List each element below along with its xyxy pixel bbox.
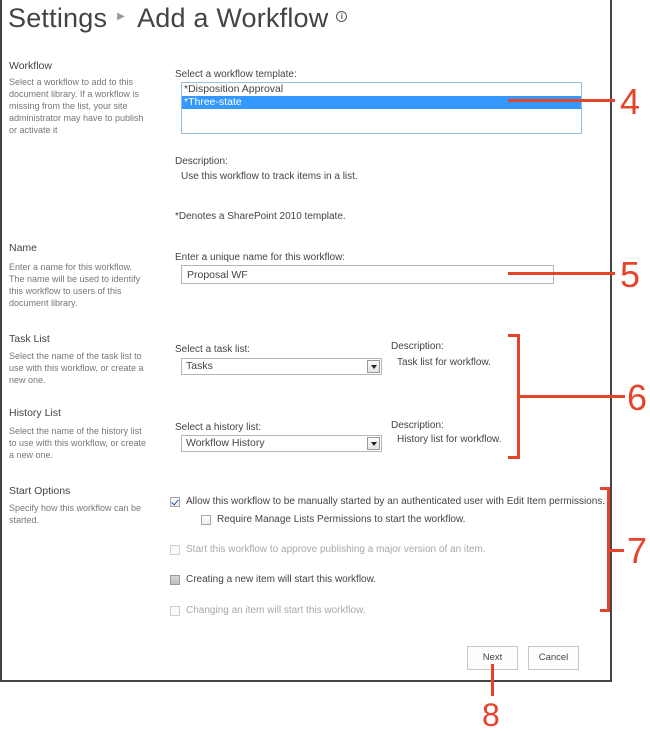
callout-6-line: [520, 395, 625, 398]
task-list-selected-value: Tasks: [186, 360, 213, 372]
section-desc-history-list: Select the name of the history list to u…: [9, 426, 147, 460]
section-desc-workflow: Select a workflow to add to this documen…: [9, 77, 144, 135]
dropdown-arrow-icon[interactable]: [367, 437, 380, 450]
start-option-manual-label: Allow this workflow to be manually start…: [186, 496, 606, 507]
section-title-start-options: Start Options: [9, 485, 71, 497]
callout-8-number: 8: [482, 697, 500, 731]
history-list-select[interactable]: Workflow History: [181, 435, 382, 452]
checkbox-disabled-icon: [170, 544, 180, 555]
template-option-disposition-approval[interactable]: *Disposition Approval: [182, 83, 581, 96]
checkbox-disabled-icon: [170, 605, 180, 616]
callout-6-bracket-bottom: [508, 456, 520, 459]
workflow-template-listbox[interactable]: *Disposition Approval *Three-state: [181, 82, 582, 134]
page-title: Add a Workflow: [137, 3, 329, 33]
section-desc-task-list: Select the name of the task list to use …: [9, 351, 144, 385]
start-option-manual[interactable]: Allow this workflow to be manually start…: [170, 496, 605, 507]
callout-4-number: 4: [620, 81, 641, 122]
workflow-description-value: Use this workflow to track items in a li…: [181, 171, 358, 182]
info-circle-icon[interactable]: i: [336, 11, 348, 23]
history-list-description-label: Description:: [391, 420, 444, 431]
workflow-name-input[interactable]: [181, 265, 554, 284]
callout-7-line: [610, 549, 624, 552]
workflow-description-label: Description:: [175, 156, 228, 167]
workflow-name-label: Enter a unique name for this workflow:: [175, 252, 346, 263]
callout-5-line: [508, 272, 615, 275]
section-title-workflow: Workflow: [9, 60, 52, 72]
task-list-description-value: Task list for workflow.: [397, 357, 491, 368]
cancel-button[interactable]: Cancel: [528, 646, 579, 670]
start-option-on-create-label: Creating a new item will start this work…: [186, 574, 377, 585]
callout-7-number: 7: [627, 530, 648, 571]
callout-7-bracket-bottom: [600, 609, 610, 612]
checkbox-icon[interactable]: [201, 514, 211, 525]
start-option-on-change-label: Changing an item will start this workflo…: [186, 605, 366, 616]
task-list-select[interactable]: Tasks: [181, 358, 382, 375]
history-list-selected-value: Workflow History: [186, 437, 265, 449]
start-option-on-create[interactable]: Creating a new item will start this work…: [170, 574, 376, 585]
task-list-label: Select a task list:: [175, 344, 251, 355]
callout-6-number: 6: [627, 377, 648, 418]
dropdown-arrow-icon[interactable]: [367, 360, 380, 373]
task-list-description-label: Description:: [391, 341, 444, 352]
section-title-task-list: Task List: [9, 333, 50, 345]
start-option-on-change: Changing an item will start this workflo…: [170, 605, 366, 616]
section-title-name: Name: [9, 242, 38, 254]
sharepoint-2010-footnote: *Denotes a SharePoint 2010 template.: [175, 211, 346, 222]
callout-8-line: [491, 664, 494, 696]
checkbox-checked-icon[interactable]: [170, 496, 180, 507]
start-option-approve-publishing-label: Start this workflow to approve publishin…: [186, 544, 486, 555]
callout-4-line: [508, 99, 615, 102]
page-header: Settings ▶ Add a Workflow i: [8, 3, 348, 34]
history-list-label: Select a history list:: [175, 422, 262, 433]
start-option-require-manage-lists[interactable]: Require Manage Lists Permissions to star…: [201, 514, 465, 525]
triangle-right-icon: ▶: [117, 11, 126, 23]
checkbox-icon[interactable]: [170, 574, 180, 585]
section-desc-start-options: Specify how this workflow can be started…: [9, 503, 142, 525]
callout-5-number: 5: [620, 254, 641, 295]
start-option-approve-publishing: Start this workflow to approve publishin…: [170, 544, 486, 555]
template-option-three-state[interactable]: *Three-state: [182, 96, 581, 109]
workflow-template-label: Select a workflow template:: [175, 69, 297, 80]
section-desc-name: Enter a name for this workflow. The name…: [9, 262, 141, 308]
history-list-description-value: History list for workflow.: [397, 434, 502, 445]
section-title-history-list: History List: [9, 407, 61, 419]
start-option-require-manage-lists-label: Require Manage Lists Permissions to star…: [217, 514, 466, 525]
breadcrumb-settings-link[interactable]: Settings: [8, 3, 107, 33]
